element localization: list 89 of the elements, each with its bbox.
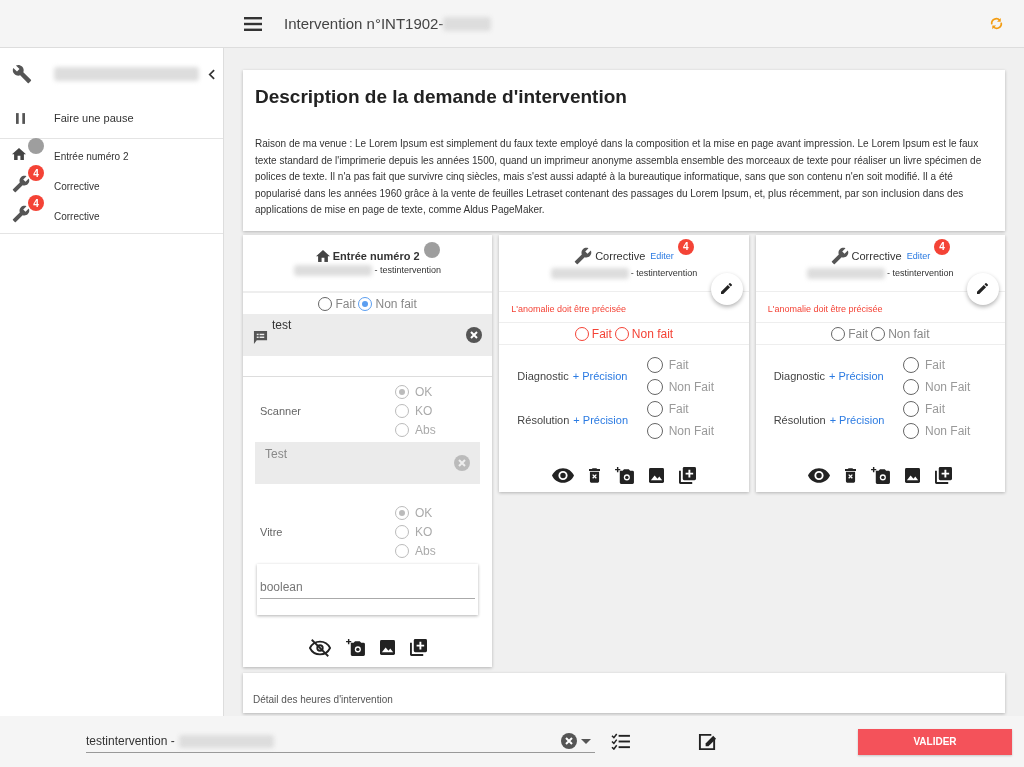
radio-label: Non Fait — [668, 423, 714, 438]
card-subtitle: - testintervention — [630, 268, 698, 278]
radio-label: OK — [415, 505, 433, 520]
count-badge: 4 — [934, 238, 951, 255]
question-label: Vitre — [259, 525, 284, 538]
add-library-icon[interactable] — [935, 466, 953, 484]
task-label: Diagnostic — [517, 369, 569, 382]
precision-link[interactable]: + Précision — [573, 413, 629, 426]
radio-label: Fait — [591, 326, 612, 341]
wrench-icon — [12, 64, 32, 84]
task-label: Diagnostic — [773, 369, 825, 382]
comment-icon — [253, 329, 268, 345]
add-library-icon[interactable] — [409, 639, 427, 656]
radio-label: Non Fait — [925, 423, 971, 438]
pause-icon — [16, 112, 25, 124]
radio-label: KO — [415, 524, 433, 539]
card-title: Corrective — [851, 249, 902, 262]
add-library-icon[interactable] — [679, 466, 696, 484]
card-subtitle: - testintervention — [887, 268, 954, 278]
radio-label: KO — [415, 403, 433, 418]
radio-label: Fait — [668, 401, 689, 416]
radio-label: Non fait — [631, 326, 674, 341]
question-label: Scanner — [259, 404, 302, 417]
pencil-icon — [977, 283, 989, 294]
edit-note-icon[interactable] — [698, 732, 717, 751]
clear-icon[interactable] — [466, 326, 483, 343]
add-photo-icon[interactable] — [871, 466, 891, 484]
warning-text: L'anomalie doit être précisée — [755, 291, 1005, 323]
comment-text: test — [272, 317, 292, 332]
count-badge: 4 — [28, 195, 44, 211]
collapse-icon[interactable] — [208, 68, 215, 80]
pause-item[interactable]: Faire une pause — [0, 98, 223, 139]
section-title: Description de la demande d'intervention — [255, 86, 628, 108]
radio-label: Non Fait — [668, 379, 714, 394]
trash-icon[interactable] — [845, 467, 857, 483]
edit-link[interactable]: Editer — [906, 250, 931, 261]
home-icon — [315, 249, 330, 262]
eye-icon[interactable] — [808, 467, 831, 483]
task-label: Résolution — [773, 413, 826, 426]
radio-label: Abs — [415, 543, 436, 558]
radio-label: Non Fait — [925, 379, 971, 394]
radio-label: Non fait — [888, 326, 930, 341]
status-dot — [423, 241, 440, 258]
precision-link[interactable]: + Précision — [829, 413, 885, 426]
page-title: Intervention n°INT1902- — [284, 15, 444, 32]
count-badge: 4 — [677, 238, 694, 255]
caret-icon — [581, 738, 591, 744]
image-icon[interactable] — [649, 467, 664, 483]
precision-link[interactable]: + Précision — [829, 369, 884, 382]
radio-label: Fait — [848, 326, 869, 341]
card-title: Corrective — [595, 249, 646, 262]
menu-icon[interactable] — [244, 16, 262, 31]
image-icon[interactable] — [379, 640, 395, 655]
status-dot — [28, 138, 44, 154]
edit-button[interactable] — [967, 272, 999, 305]
validate-button[interactable]: VALIDER — [858, 728, 1012, 755]
card-subtitle: - testintervention — [374, 265, 441, 275]
add-photo-icon[interactable] — [615, 466, 634, 484]
edit-button[interactable] — [710, 272, 743, 305]
description-text: Raison de ma venue : Le Lorem Ipsum est simplement du faux texte employé dans la composition et la mise en page avant impression. Le Lorem Ipsum est le faux texte standard de l'imprimerie depuis les années 1500, quand un imprimeur anonyme assembla ensemble des morceaux de texte pour réaliser un livre spécimen de polices de texte. Il n'a pas fait que survivre cinq siècles, mais s'est aussi adapté à la bureautique informatique, sans que son contenu n'en soit modifié. Il a été popularisé dans les années 1960 grâce à la vente de feuilles Letraset contenant des passages du Lorem Ipsum, et, plus récemment, par son inclusion dans des applications de mise en page de texte, comme Aldus PageMaker. — [255, 137, 983, 217]
wrench-icon — [12, 175, 30, 193]
task-label: Résolution — [517, 413, 570, 426]
edit-link[interactable]: Editer — [650, 250, 674, 261]
wrench-icon — [12, 205, 30, 223]
card-title: Entrée numéro 2 — [332, 249, 420, 262]
warning-text: L'anomalie doit être précisée — [499, 291, 749, 323]
radio-label: Fait — [668, 357, 689, 372]
checklist-icon[interactable] — [611, 733, 630, 750]
count-badge: 4 — [28, 165, 44, 181]
wrench-icon — [574, 246, 593, 265]
add-photo-icon[interactable] — [345, 639, 365, 656]
image-icon[interactable] — [905, 467, 921, 483]
radio-label: Fait — [925, 357, 945, 372]
redacted-text — [443, 16, 492, 31]
radio-label: OK — [415, 384, 433, 399]
radio-label: Non fait — [375, 296, 417, 311]
radio-label: Abs — [415, 422, 436, 437]
intervention-select[interactable]: testintervention - — [86, 730, 595, 753]
home-icon — [12, 148, 26, 160]
precision-link[interactable]: + Précision — [572, 369, 628, 382]
eye-icon[interactable] — [552, 467, 574, 483]
clear-icon[interactable] — [561, 733, 577, 749]
radio-label: Fait — [925, 401, 945, 416]
radio-label: Fait — [335, 296, 356, 311]
section-title: Détail des heures d'intervention — [253, 693, 393, 705]
trash-icon[interactable] — [589, 467, 600, 483]
eye-off-icon[interactable] — [308, 636, 331, 659]
pencil-icon — [721, 283, 733, 294]
wrench-icon — [830, 246, 849, 265]
